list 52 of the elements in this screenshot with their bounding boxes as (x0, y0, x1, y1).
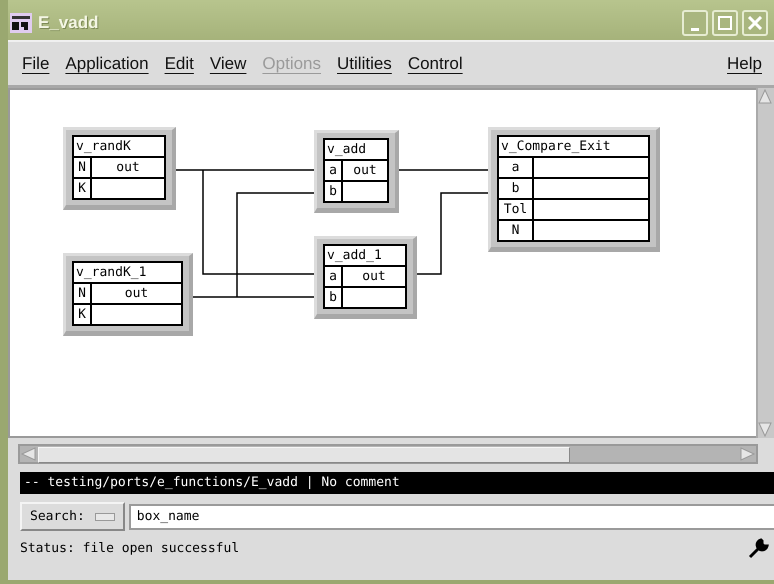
input-port[interactable]: Tol (498, 199, 533, 220)
output-port[interactable]: out (342, 160, 388, 181)
menu-item[interactable]: Application (61, 50, 161, 78)
box-node[interactable]: v_add a out b (314, 130, 399, 213)
box-title: v_add (324, 139, 388, 160)
close-button[interactable] (742, 10, 768, 36)
left-arrow-icon[interactable] (20, 446, 36, 462)
input-port[interactable]: N (498, 220, 533, 241)
maximize-icon (718, 16, 732, 30)
app-icon (10, 13, 32, 33)
box-title: v_randK (73, 136, 165, 157)
status-text: Status: file open successful (20, 540, 240, 556)
menu-item[interactable]: Edit (160, 50, 206, 78)
input-port[interactable]: a (324, 266, 342, 287)
up-arrow-icon[interactable] (758, 88, 772, 104)
maximize-button[interactable] (712, 10, 738, 36)
path-bar: -- testing/ports/e_functions/E_vadd | No comment (20, 472, 774, 494)
input-port[interactable]: a (498, 157, 533, 178)
menu-item[interactable]: Control (404, 50, 475, 78)
box-node[interactable]: v_Compare_Exit a b Tol N (488, 127, 660, 252)
output-port[interactable]: out (342, 266, 406, 287)
menu-item[interactable]: File (18, 50, 62, 78)
output-port[interactable]: out (91, 157, 165, 178)
input-port[interactable]: K (73, 178, 91, 199)
menu-item[interactable]: Help (723, 50, 774, 78)
minimize-icon (691, 28, 699, 30)
down-arrow-icon[interactable] (758, 422, 772, 438)
box-node[interactable]: v_randK_1 N out K (63, 253, 193, 336)
input-port[interactable]: b (324, 287, 342, 308)
vertical-scrollbar[interactable] (756, 88, 774, 438)
output-port[interactable]: out (91, 283, 182, 304)
horizontal-scrollbar[interactable] (18, 444, 758, 464)
box-node[interactable]: v_randK N out K (63, 127, 176, 210)
search-button[interactable]: Search: (20, 502, 125, 531)
input-port[interactable]: K (73, 304, 91, 325)
menu-item[interactable]: Utilities (333, 50, 404, 78)
box-title: v_Compare_Exit (498, 136, 649, 157)
minimize-button[interactable] (682, 10, 708, 36)
box-node[interactable]: v_add_1 a out b (314, 236, 417, 319)
input-port[interactable]: N (73, 283, 91, 304)
box-title: v_add_1 (324, 245, 406, 266)
input-port[interactable]: b (324, 181, 342, 202)
menu-item[interactable]: View (206, 50, 258, 78)
close-icon (748, 16, 762, 30)
input-port[interactable]: a (324, 160, 342, 181)
window-title: E_vadd (38, 13, 100, 33)
input-port[interactable]: N (73, 157, 91, 178)
wrench-icon[interactable] (748, 537, 770, 559)
input-port[interactable]: b (498, 178, 533, 199)
right-arrow-icon[interactable] (740, 446, 756, 462)
box-title: v_randK_1 (73, 262, 182, 283)
search-field[interactable]: box_name (128, 504, 774, 530)
